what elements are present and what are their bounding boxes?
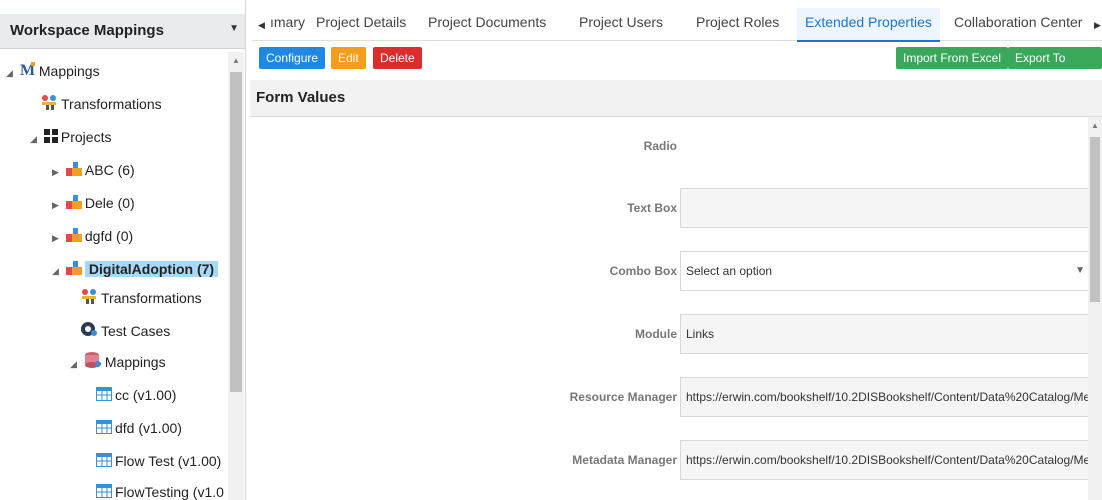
mappings-db-icon	[84, 350, 102, 376]
expand-toggle-icon[interactable]: ▶	[52, 225, 62, 251]
module-value: Links	[686, 327, 715, 341]
metadata-manager-value: https://erwin.com/bookshelf/10.2DISBooks…	[686, 453, 1090, 467]
export-to-excel-button[interactable]: Export To Excel	[1008, 47, 1102, 87]
collapse-toggle-icon[interactable]: ◢	[70, 351, 80, 377]
mapping-table-icon	[96, 449, 112, 475]
tree-node-label: cc (v1.00)	[115, 387, 177, 403]
tree-scrollbar-thumb[interactable]	[230, 72, 242, 392]
collapse-toggle-icon[interactable]: ◢	[6, 60, 16, 86]
tree-node-label: Mappings	[38, 63, 100, 79]
combo-box-select[interactable]: Select an option ▼	[680, 251, 1090, 291]
combo-box-placeholder: Select an option	[686, 264, 773, 278]
edit-button[interactable]: Edit	[331, 47, 366, 69]
tree-node-mapping-cc[interactable]: cc (v1.00)	[96, 382, 176, 408]
tab-project-documents[interactable]: Project Documents	[428, 8, 546, 40]
tree-node-transformations[interactable]: Transformations	[40, 91, 162, 117]
tree-node-test-cases[interactable]: Test Cases	[80, 318, 170, 344]
collapse-toggle-icon[interactable]: ◢	[30, 126, 40, 152]
tree-node-label: DigitalAdoption (7)	[84, 261, 219, 277]
text-box-label: Text Box	[627, 201, 677, 215]
tab-extended-properties[interactable]: Extended Properties	[797, 8, 940, 42]
tree-node-label: Transformations	[61, 96, 162, 112]
tree-node-mapping-flow-test[interactable]: Flow Test (v1.00)	[96, 448, 221, 474]
module-label: Module	[635, 327, 677, 341]
tree-node-label: dgfd (0)	[84, 228, 134, 244]
configure-button[interactable]: Configure	[259, 47, 326, 69]
combo-box-label: Combo Box	[609, 264, 677, 278]
tab-summary[interactable]: ımary	[270, 8, 305, 40]
tab-scroll-right-icon[interactable]: ▶	[1094, 20, 1101, 31]
collapse-toggle-icon[interactable]: ◢	[52, 258, 62, 284]
tree-node-label: Mappings	[104, 354, 166, 370]
project-tabs: ◀ ımary Project Details Project Document…	[252, 8, 1102, 42]
project-icon	[65, 191, 82, 217]
scroll-up-icon[interactable]: ▲	[232, 56, 240, 65]
tree-node-label: Dele (0)	[84, 195, 135, 211]
tab-project-users[interactable]: Project Users	[579, 8, 663, 40]
text-box-input[interactable]	[680, 188, 1090, 228]
tree-node-project-abc[interactable]: ▶ ABC (6)	[52, 157, 135, 183]
tree-node-mapping-dfd[interactable]: dfd (v1.00)	[96, 415, 182, 441]
tree-node-label: ABC (6)	[84, 162, 135, 178]
workspace-tree: ◢ M Mappings Transformations ◢ Projects …	[0, 52, 228, 500]
tree-scrollbar[interactable]: ▲	[228, 52, 244, 500]
import-from-excel-button[interactable]: Import From Excel	[896, 47, 1009, 69]
resource-manager-value: https://erwin.com/bookshelf/10.2DISBooks…	[686, 390, 1090, 404]
tree-node-project-digitaladoption[interactable]: ◢ DigitalAdoption (7)	[52, 256, 219, 284]
tree-node-transformations-da[interactable]: Transformations	[80, 285, 202, 311]
expand-toggle-icon[interactable]: ▶	[52, 192, 62, 218]
transformations-icon	[40, 92, 58, 118]
tab-project-roles[interactable]: Project Roles	[696, 8, 779, 40]
tree-node-label: dfd (v1.00)	[115, 420, 182, 436]
resource-manager-label: Resource Manager	[569, 390, 677, 404]
chevron-down-icon[interactable]: ▼	[1075, 252, 1085, 290]
workspace-dropdown-icon[interactable]: ▼	[229, 23, 239, 34]
mapping-table-icon	[96, 383, 112, 409]
tree-node-label: Transformations	[101, 290, 202, 306]
tree-node-label: Flow Test (v1.00)	[115, 453, 222, 469]
tab-collaboration-center[interactable]: Collaboration Center	[954, 8, 1082, 40]
metadata-manager-field[interactable]: https://erwin.com/bookshelf/10.2DISBooks…	[680, 440, 1090, 480]
tree-node-mapping-flowtesting[interactable]: FlowTesting (v1.0	[96, 479, 224, 500]
tree-node-project-dgfd[interactable]: ▶ dgfd (0)	[52, 223, 133, 249]
metadata-manager-label: Metadata Manager	[572, 453, 677, 467]
mapping-table-icon	[96, 480, 112, 500]
project-icon	[65, 224, 82, 250]
tree-node-label: FlowTesting (v1.0	[115, 484, 224, 500]
tree-node-label: Test Cases	[101, 323, 171, 339]
delete-button[interactable]: Delete	[373, 47, 422, 69]
mappings-m-icon: M	[20, 59, 36, 85]
test-cases-icon	[80, 319, 98, 345]
projects-grid-icon	[43, 125, 58, 151]
resource-manager-field[interactable]: https://erwin.com/bookshelf/10.2DISBooks…	[680, 377, 1090, 417]
workspace-header[interactable]: Workspace Mappings ▼	[0, 14, 245, 49]
module-field[interactable]: Links	[680, 314, 1090, 354]
form-values-header: Form Values	[250, 80, 1102, 117]
project-icon	[65, 257, 82, 283]
form-values-title: Form Values	[256, 89, 346, 106]
expand-toggle-icon[interactable]: ▶	[52, 159, 62, 185]
mapping-table-icon	[96, 416, 112, 442]
tree-node-project-dele[interactable]: ▶ Dele (0)	[52, 190, 135, 216]
tree-node-mappings-da[interactable]: ◢ Mappings	[70, 349, 166, 375]
tree-node-projects[interactable]: ◢ Projects	[30, 124, 111, 150]
form-scrollbar[interactable]: ▲	[1088, 117, 1102, 500]
tab-project-details[interactable]: Project Details	[316, 8, 406, 40]
tree-node-mappings[interactable]: ◢ M Mappings	[6, 58, 100, 84]
radio-label: Radio	[643, 139, 677, 153]
tree-node-label: Projects	[60, 129, 112, 145]
transformations-icon	[80, 286, 98, 312]
workspace-title: Workspace Mappings	[10, 22, 164, 39]
form-scrollbar-thumb[interactable]	[1090, 137, 1100, 302]
scroll-up-icon[interactable]: ▲	[1091, 121, 1099, 130]
tab-scroll-left-icon[interactable]: ◀	[258, 20, 265, 31]
project-icon	[65, 158, 82, 184]
workspace-panel: Workspace Mappings ▼ ◢ M Mappings Transf…	[0, 0, 246, 500]
